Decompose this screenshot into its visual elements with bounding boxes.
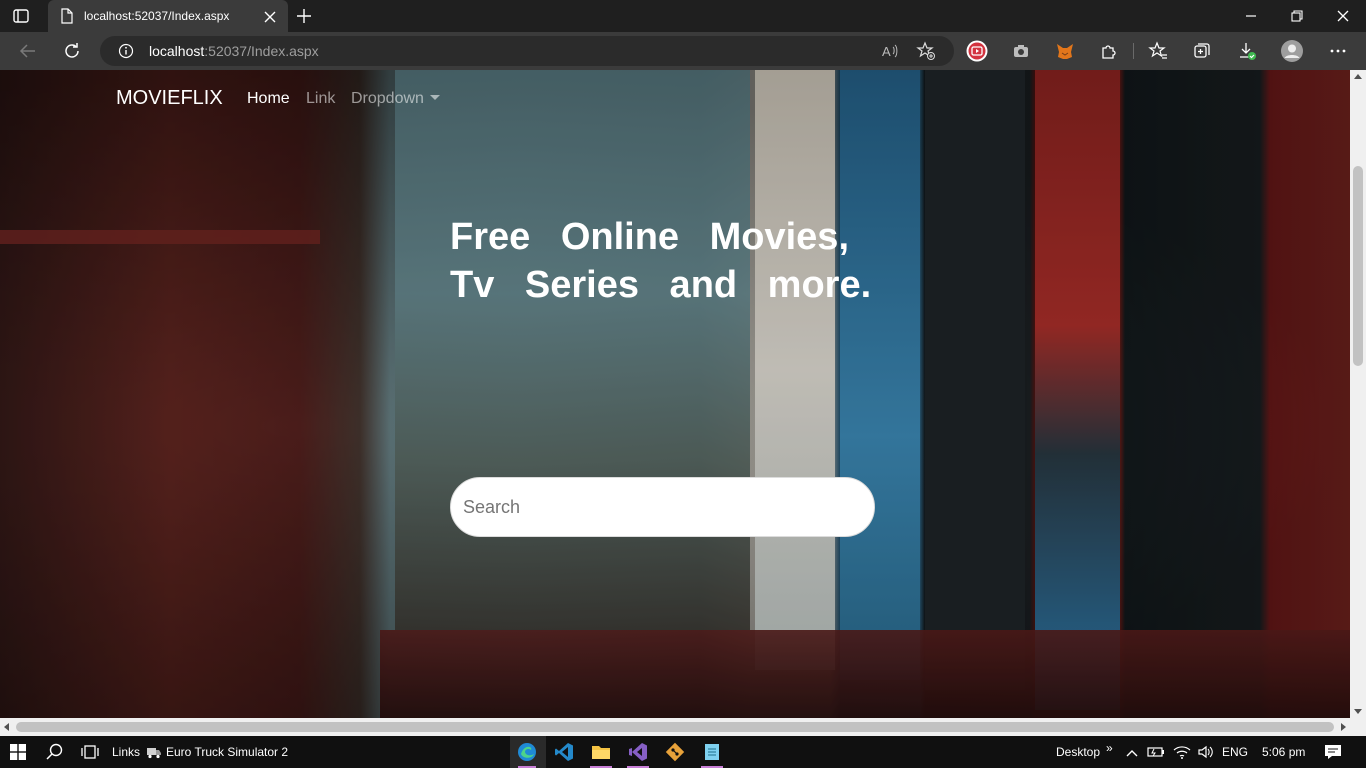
visual-studio-icon[interactable] [628,742,648,762]
toolbar-overflow-chevron[interactable]: » [1106,741,1113,755]
browser-toolbar: localhost:52037/Index.aspx A [0,32,1366,70]
nav-dropdown-label: Dropdown [351,90,424,107]
favorites-icon[interactable] [1148,41,1168,61]
hero-line-1: Free Online Movies, [450,216,849,258]
nav-link[interactable]: Link [306,90,335,108]
desktop-toolbar-label[interactable]: Desktop [1056,745,1100,759]
notepad-icon[interactable] [702,742,722,762]
vscode-icon[interactable] [554,742,574,762]
back-arrow-icon[interactable] [18,41,38,61]
edge-browser-icon[interactable] [517,742,537,762]
url-host: localhost [149,43,205,59]
minimize-icon [1246,15,1256,17]
toolbar-separator [1133,43,1134,59]
page-icon [60,8,74,24]
minimize-button[interactable] [1228,0,1274,32]
input-language-indicator[interactable]: ENG [1222,745,1248,759]
chevron-up-icon[interactable] [1126,746,1138,758]
hero-line-2: Tv Series and more. [450,264,872,306]
windows-start-icon[interactable] [10,744,26,760]
battery-icon[interactable] [1147,744,1165,760]
scroll-left-icon[interactable] [4,723,9,731]
camera-icon[interactable] [1011,41,1031,61]
system-clock[interactable]: 5:06 pm [1262,745,1305,759]
volume-icon[interactable] [1197,744,1215,760]
close-window-button[interactable] [1320,0,1366,32]
scroll-down-icon[interactable] [1354,709,1362,714]
site-info-icon[interactable] [118,43,134,59]
address-bar[interactable]: localhost:52037/Index.aspx A [100,36,954,66]
search-icon[interactable] [45,742,65,762]
new-tab-icon[interactable] [296,8,312,24]
url-text: localhost:52037/Index.aspx [149,43,319,59]
truck-game-icon [146,744,162,760]
close-icon [1337,10,1349,22]
taskbar-app-label[interactable]: Euro Truck Simulator 2 [166,745,288,759]
svg-text:A: A [882,44,891,59]
url-path: :52037/Index.aspx [204,43,319,59]
windows-taskbar: Links Euro Truck Simulator 2 Desktop » E… [0,736,1366,768]
scroll-right-icon[interactable] [1341,723,1346,731]
close-tab-icon[interactable] [264,10,276,23]
metamask-fox-icon[interactable] [1055,41,1075,61]
web-page: MOVIEFLIX Home Link Dropdown Free Online… [0,70,1350,718]
read-aloud-icon[interactable]: A [880,41,900,61]
browser-tab[interactable]: localhost:52037/Index.aspx [48,0,288,32]
screencast-extension-icon[interactable] [966,40,988,62]
collections-icon[interactable] [1192,41,1212,61]
scrollbar-thumb[interactable] [1353,166,1363,366]
vertical-scrollbar[interactable] [1350,70,1366,718]
links-toolbar-label[interactable]: Links [112,745,140,759]
extensions-puzzle-icon[interactable] [1099,41,1119,61]
wifi-icon[interactable] [1173,744,1191,760]
more-options-icon[interactable] [1328,41,1348,61]
site-brand[interactable]: MOVIEFLIX [116,87,223,110]
scrollbar-thumb[interactable] [16,722,1334,732]
background-overlay [0,70,1350,718]
git-tool-icon[interactable] [665,742,685,762]
caret-down-icon [429,95,440,100]
nav-home[interactable]: Home [247,90,290,108]
browser-tab-strip: localhost:52037/Index.aspx [0,0,1366,32]
task-view-icon[interactable] [80,742,100,762]
add-favorite-icon[interactable] [916,41,936,61]
restore-icon [1291,10,1303,22]
scroll-up-icon[interactable] [1354,74,1362,79]
search-input[interactable] [450,477,875,537]
tab-actions-icon[interactable] [12,7,30,25]
notifications-icon[interactable] [1324,743,1342,761]
nav-dropdown[interactable]: Dropdown [351,90,440,108]
profile-avatar-icon[interactable] [1280,39,1304,63]
downloads-icon[interactable] [1237,41,1257,61]
restore-button[interactable] [1274,0,1320,32]
file-explorer-icon[interactable] [591,742,611,762]
refresh-icon[interactable] [62,41,82,61]
hero-heading: Free Online Movies, Tv Series and more. [450,213,890,309]
horizontal-scrollbar[interactable] [0,718,1366,736]
tab-title: localhost:52037/Index.aspx [84,9,230,23]
